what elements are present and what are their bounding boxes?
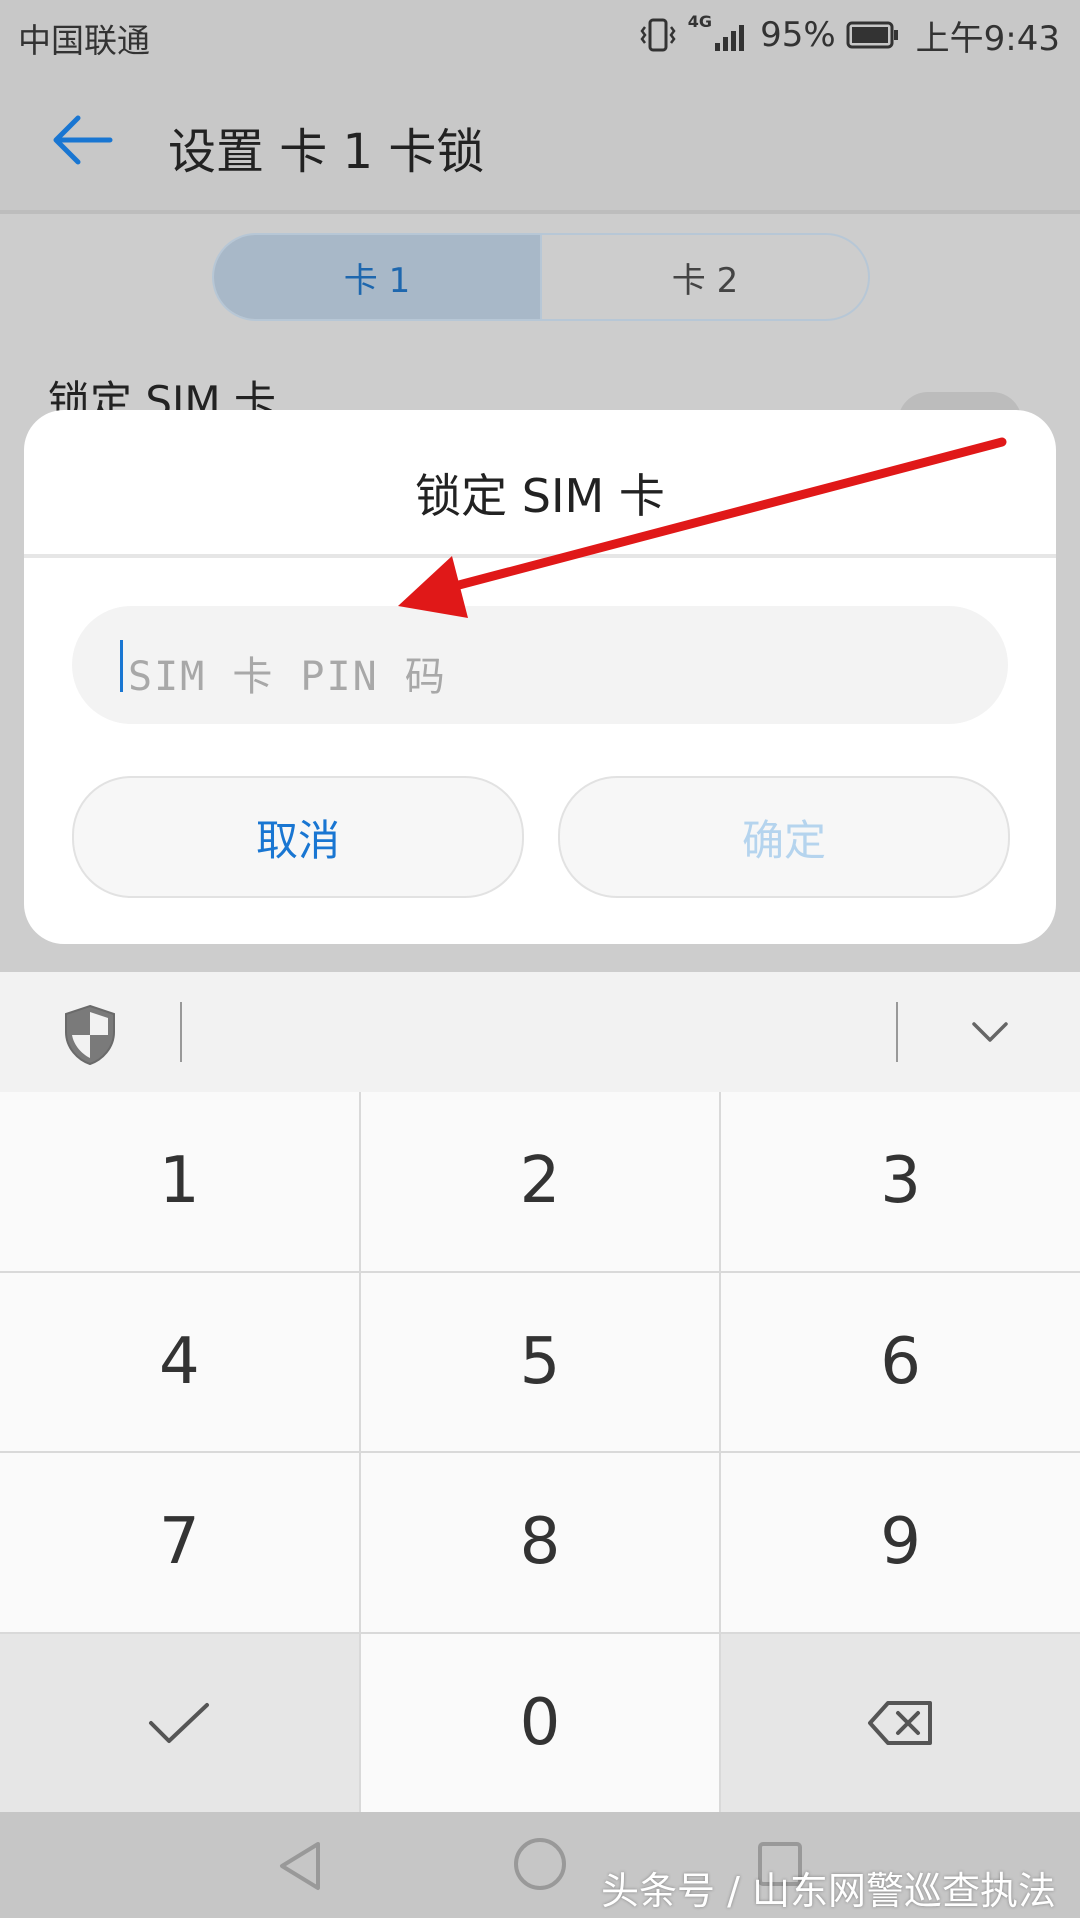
key-0[interactable]: 0 xyxy=(360,1633,720,1812)
battery-percent: 95% xyxy=(760,15,836,55)
done-key[interactable] xyxy=(0,1633,359,1812)
key-8[interactable]: 8 xyxy=(360,1453,720,1632)
key-9[interactable]: 9 xyxy=(721,1453,1080,1632)
key-5[interactable]: 5 xyxy=(360,1272,720,1451)
key-1[interactable]: 1 xyxy=(0,1092,359,1271)
key-7[interactable]: 7 xyxy=(0,1453,359,1632)
status-bar: 中国联通 4G 95% 上午9:43 xyxy=(0,0,1080,72)
backspace-key[interactable] xyxy=(721,1633,1080,1812)
carrier-label: 中国联通 xyxy=(18,21,150,60)
toolbar-divider xyxy=(896,1002,898,1062)
lock-sim-dialog: 锁定 SIM 卡 SIM 卡 PIN 码 取消 确定 xyxy=(24,410,1056,944)
key-2[interactable]: 2 xyxy=(360,1092,720,1271)
sim-card-tabs: 卡 1 卡 2 xyxy=(212,233,870,321)
text-cursor xyxy=(120,640,123,692)
sim-pin-input[interactable]: SIM 卡 PIN 码 xyxy=(72,606,1008,724)
signal-icon xyxy=(715,25,745,51)
tab-sim-1[interactable]: 卡 1 xyxy=(214,235,542,319)
key-4[interactable]: 4 xyxy=(0,1272,359,1451)
status-icons: 4G 95% 上午9:43 xyxy=(638,12,1060,59)
clock: 上午9:43 xyxy=(915,18,1060,59)
battery-icon xyxy=(846,21,898,49)
cancel-button[interactable]: 取消 xyxy=(72,776,524,898)
back-arrow-icon[interactable] xyxy=(48,110,116,170)
watermark-text: 头条号 / 山东网警巡查执法 xyxy=(601,1869,1056,1913)
chevron-down-icon[interactable] xyxy=(966,1008,1014,1056)
numeric-keypad: 1 2 3 4 5 6 7 8 9 0 xyxy=(0,1092,1080,1812)
vibrate-icon xyxy=(640,18,676,52)
pin-placeholder: SIM 卡 PIN 码 xyxy=(128,654,447,700)
key-3[interactable]: 3 xyxy=(721,1092,1080,1271)
nav-back-icon[interactable] xyxy=(276,1840,324,1892)
key-6[interactable]: 6 xyxy=(721,1272,1080,1451)
network-label: 4G xyxy=(687,12,713,31)
shield-icon xyxy=(65,1004,115,1066)
app-bar: 设置 卡 1 卡锁 xyxy=(0,72,1080,214)
toolbar-divider xyxy=(180,1002,182,1062)
checkmark-icon xyxy=(149,1702,210,1743)
dialog-title: 锁定 SIM 卡 xyxy=(415,469,665,523)
backspace-icon xyxy=(867,1700,932,1745)
page-title: 设置 卡 1 卡锁 xyxy=(168,124,485,180)
keyboard-toolbar xyxy=(0,972,1080,1094)
tab-sim-2[interactable]: 卡 2 xyxy=(542,235,868,319)
confirm-button[interactable]: 确定 xyxy=(558,776,1010,898)
dialog-divider xyxy=(24,554,1056,558)
nav-home-icon[interactable] xyxy=(512,1836,568,1892)
